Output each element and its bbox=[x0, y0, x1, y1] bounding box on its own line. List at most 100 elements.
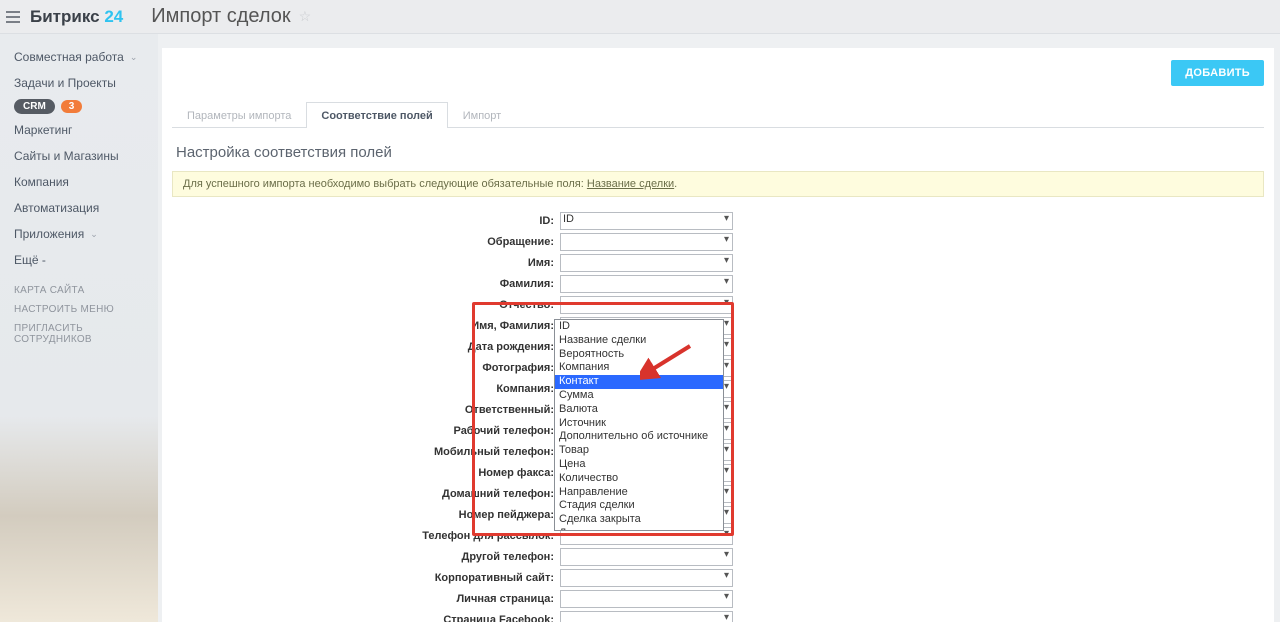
topbar: Битрикс 24 Импорт сделок ☆ bbox=[0, 0, 1280, 34]
sidebar-item-label: Маркетинг bbox=[14, 123, 72, 137]
field-mapping-select[interactable] bbox=[560, 275, 733, 293]
main-area: ДОБАВИТЬ Параметры импортаСоответствие п… bbox=[158, 34, 1280, 622]
form-row: Фамилия: bbox=[172, 274, 892, 294]
dropdown-option[interactable]: Товар bbox=[555, 444, 723, 458]
dropdown-option[interactable]: ID bbox=[555, 320, 723, 334]
form-label: Фотография: bbox=[172, 362, 560, 374]
brand-suffix: 24 bbox=[104, 7, 123, 26]
sidebar-item[interactable]: Ещё - bbox=[0, 247, 158, 273]
sidebar-item[interactable]: Совместная работа ⌄ bbox=[0, 44, 158, 70]
dropdown-option[interactable]: Количество bbox=[555, 472, 723, 486]
tab[interactable]: Параметры импорта bbox=[172, 102, 306, 128]
field-mapping-select[interactable] bbox=[560, 611, 733, 622]
field-mapping-select[interactable]: ID bbox=[560, 212, 733, 230]
form-row: Домашний телефон: bbox=[172, 484, 892, 504]
form-label: Номер факса: bbox=[172, 467, 560, 479]
sidebar-item-label: Задачи и Проекты bbox=[14, 76, 116, 90]
sidebar-item[interactable]: Маркетинг bbox=[0, 117, 158, 143]
notice-banner: Для успешного импорта необходимо выбрать… bbox=[172, 171, 1264, 197]
sidebar-item[interactable]: Задачи и Проекты bbox=[0, 70, 158, 96]
sidebar-item-label: Сайты и Магазины bbox=[14, 149, 119, 163]
form-row: Рабочий телефон: bbox=[172, 421, 892, 441]
sidebar-small-link[interactable]: КАРТА САЙТА bbox=[0, 281, 158, 300]
sidebar-small-link[interactable]: ПРИГЛАСИТЬ СОТРУДНИКОВ bbox=[0, 319, 158, 349]
dropdown-option[interactable]: Сумма bbox=[555, 389, 723, 403]
dropdown-option[interactable]: Контакт bbox=[555, 375, 723, 389]
sidebar-item-label: Автоматизация bbox=[14, 201, 99, 215]
form-label: Домашний телефон: bbox=[172, 488, 560, 500]
form-row: Имя: bbox=[172, 253, 892, 273]
tab[interactable]: Соответствие полей bbox=[306, 102, 447, 128]
form-label: Ответственный: bbox=[172, 404, 560, 416]
form-label: Имя: bbox=[172, 257, 560, 269]
dropdown-option[interactable]: Название сделки bbox=[555, 334, 723, 348]
form-row: Мобильный телефон: bbox=[172, 442, 892, 462]
form-row: Фотография: bbox=[172, 358, 892, 378]
dropdown-option[interactable]: Сделка закрыта bbox=[555, 513, 723, 527]
favorite-star-icon[interactable]: ☆ bbox=[299, 8, 312, 25]
form-label: Обращение: bbox=[172, 236, 560, 248]
add-button[interactable]: ДОБАВИТЬ bbox=[1171, 60, 1264, 86]
field-dropdown-open[interactable]: IDНазвание сделкиВероятностьКомпанияКонт… bbox=[554, 319, 724, 531]
section-title: Настройка соответствия полей bbox=[176, 144, 1264, 161]
field-mapping-select[interactable] bbox=[560, 590, 733, 608]
brand-name: Битрикс bbox=[30, 7, 100, 26]
form-label: Страница Facebook: bbox=[172, 614, 560, 622]
sidebar-item[interactable]: Приложения ⌄ bbox=[0, 221, 158, 247]
sidebar-item-label: Совместная работа bbox=[14, 50, 124, 64]
sidebar: Совместная работа ⌄ Задачи и Проекты CRM3 Ма… bbox=[0, 34, 158, 622]
sidebar-item-label: Компания bbox=[14, 175, 69, 189]
form-row: Компания: bbox=[172, 379, 892, 399]
form-row: Корпоративный сайт: bbox=[172, 568, 892, 588]
field-mapping-select[interactable] bbox=[560, 254, 733, 272]
dropdown-option[interactable]: Стадия сделки bbox=[555, 499, 723, 513]
sidebar-item-label: Приложения bbox=[14, 227, 84, 241]
sidebar-item-crm[interactable]: CRM3 bbox=[0, 96, 158, 117]
form-label: Имя, Фамилия: bbox=[172, 320, 560, 332]
dropdown-option[interactable]: Компания bbox=[555, 361, 723, 375]
brand-logo: Битрикс 24 bbox=[30, 7, 123, 27]
form-row: ID:ID bbox=[172, 211, 892, 231]
form-row: Дата рождения: bbox=[172, 337, 892, 357]
sidebar-item-label: Ещё - bbox=[14, 253, 46, 267]
form-row: Телефон для рассылок: bbox=[172, 526, 892, 546]
notice-required-field: Название сделки bbox=[587, 178, 674, 190]
tab[interactable]: Импорт bbox=[448, 102, 516, 128]
form-row: Ответственный: bbox=[172, 400, 892, 420]
dropdown-option[interactable]: Доступен для всех bbox=[555, 527, 723, 530]
form-label: Корпоративный сайт: bbox=[172, 572, 560, 584]
chevron-down-icon: ⌄ bbox=[130, 52, 138, 63]
hamburger-icon[interactable] bbox=[6, 8, 24, 26]
sidebar-item[interactable]: Сайты и Магазины bbox=[0, 143, 158, 169]
dropdown-option[interactable]: Источник bbox=[555, 417, 723, 431]
sidebar-item[interactable]: Автоматизация bbox=[0, 195, 158, 221]
sidebar-small-link[interactable]: НАСТРОИТЬ МЕНЮ bbox=[0, 300, 158, 319]
dropdown-option[interactable]: Вероятность bbox=[555, 348, 723, 362]
form-row: Имя, Фамилия:Контакт bbox=[172, 316, 892, 336]
crm-count-badge: 3 bbox=[61, 100, 83, 113]
page-title: Импорт сделок bbox=[151, 5, 290, 28]
form-row: Другой телефон: bbox=[172, 547, 892, 567]
field-mapping-form: ID:IDОбращение:Имя:Фамилия:Отчество:Имя,… bbox=[172, 211, 892, 622]
form-label: Телефон для рассылок: bbox=[172, 530, 560, 542]
field-mapping-select[interactable] bbox=[560, 569, 733, 587]
dropdown-option[interactable]: Дополнительно об источнике bbox=[555, 430, 723, 444]
form-row: Обращение: bbox=[172, 232, 892, 252]
notice-text: Для успешного импорта необходимо выбрать… bbox=[183, 178, 587, 190]
tabs: Параметры импортаСоответствие полейИмпор… bbox=[172, 102, 1264, 128]
form-label: Фамилия: bbox=[172, 278, 560, 290]
dropdown-option[interactable]: Валюта bbox=[555, 403, 723, 417]
chevron-down-icon: ⌄ bbox=[90, 229, 98, 240]
form-label: Личная страница: bbox=[172, 593, 560, 605]
form-row: Номер пейджера: bbox=[172, 505, 892, 525]
form-row: Отчество: bbox=[172, 295, 892, 315]
form-label: Другой телефон: bbox=[172, 551, 560, 563]
field-mapping-select[interactable] bbox=[560, 548, 733, 566]
field-mapping-select[interactable] bbox=[560, 233, 733, 251]
dropdown-option[interactable]: Направление bbox=[555, 486, 723, 500]
form-label: ID: bbox=[172, 215, 560, 227]
field-mapping-select[interactable] bbox=[560, 296, 733, 314]
sidebar-item[interactable]: Компания bbox=[0, 169, 158, 195]
form-label: Рабочий телефон: bbox=[172, 425, 560, 437]
dropdown-option[interactable]: Цена bbox=[555, 458, 723, 472]
